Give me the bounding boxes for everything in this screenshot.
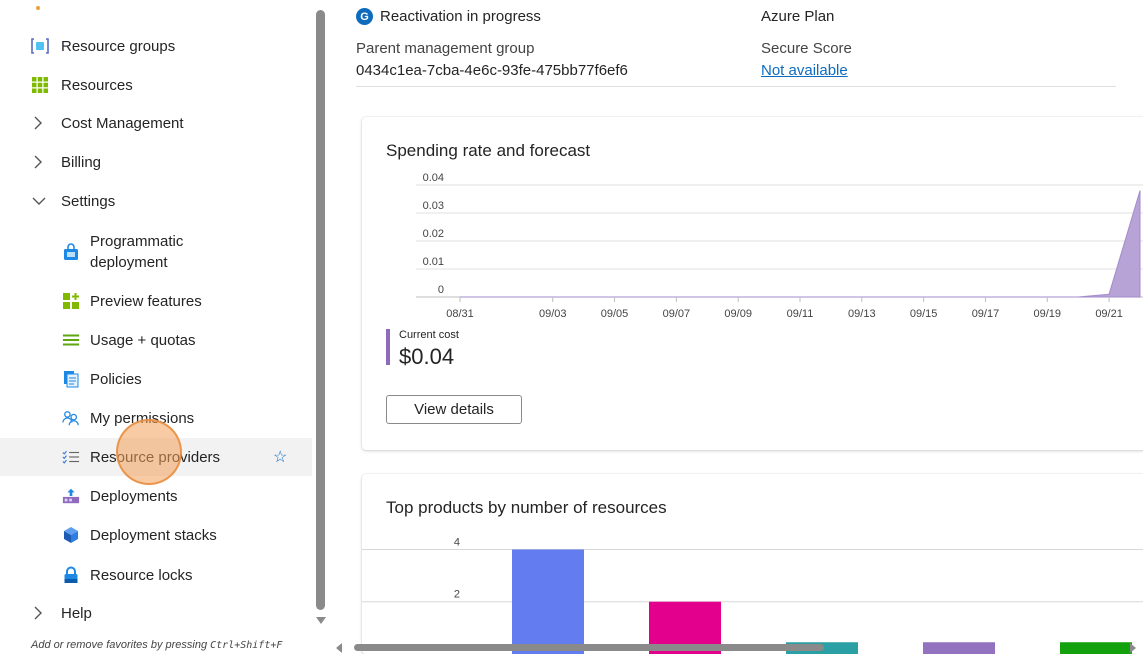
x-tick-label: 09/21 bbox=[1095, 308, 1123, 320]
x-tick-label: 09/17 bbox=[972, 308, 1000, 320]
favorites-hint: Add or remove favorites by pressing Ctrl… bbox=[31, 639, 282, 651]
x-tick-label: 09/15 bbox=[910, 308, 938, 320]
sidebar-item-preview-features[interactable]: Preview features bbox=[0, 282, 312, 320]
sidebar-item-label: Preview features bbox=[90, 292, 202, 310]
sidebar-item-cost-management[interactable]: Cost Management bbox=[0, 104, 312, 142]
parent-management-group-label: Parent management group bbox=[356, 40, 535, 57]
sidebar-item-help[interactable]: Help bbox=[0, 594, 312, 632]
sidebar-item-label: Resources bbox=[61, 76, 133, 94]
products-chart: 42 bbox=[362, 536, 1143, 654]
sidebar-item-label: Settings bbox=[61, 192, 116, 210]
sidebar-item-label: Cost Management bbox=[61, 114, 184, 132]
clipped-item-icon bbox=[36, 6, 40, 10]
sidebar-item-resources[interactable]: Resources bbox=[0, 66, 312, 104]
chevron-right-icon bbox=[32, 116, 44, 130]
card-title: Spending rate and forecast bbox=[386, 141, 591, 160]
card-title: Top products by number of resources bbox=[386, 498, 667, 517]
subscription-plan: Azure Plan bbox=[761, 8, 835, 25]
lock-icon bbox=[62, 566, 80, 584]
sidebar-item-label: Usage + quotas bbox=[90, 331, 196, 349]
spending-area-series bbox=[460, 190, 1141, 298]
product-bar bbox=[512, 549, 584, 654]
sidebar-item-label: Policies bbox=[90, 370, 142, 388]
sidebar-item-usage-quotas[interactable]: Usage + quotas bbox=[0, 321, 312, 359]
spending-rate-card: Spending rate and forecast 0.04 0.03 0.02 0… bbox=[362, 117, 1143, 450]
subscription-status: Reactivation in progress bbox=[380, 8, 541, 25]
sidebar-item-label: Deployments bbox=[90, 487, 178, 505]
resource-groups-icon bbox=[31, 37, 49, 55]
favorites-hint-shortcut: Ctrl+Shift+F bbox=[210, 640, 283, 651]
parent-management-group-value: 0434c1ea-7cba-4e6c-93fe-475bb77f6ef6 bbox=[356, 62, 628, 79]
favorites-hint-text: Add or remove favorites by pressing bbox=[31, 639, 211, 651]
x-tick-label: 09/13 bbox=[848, 308, 876, 320]
chevron-right-icon bbox=[32, 155, 44, 169]
deployments-icon bbox=[62, 487, 80, 505]
x-tick-label: 09/03 bbox=[539, 308, 567, 320]
y-tick-label: 2 bbox=[454, 589, 460, 601]
divider bbox=[356, 86, 1116, 87]
spending-chart: 0.04 0.03 0.02 0.01 008/31 09/03 09/05 09/07 09/… bbox=[416, 172, 1143, 320]
secure-score-link[interactable]: Not available bbox=[761, 62, 848, 79]
sidebar-item-label: Help bbox=[61, 604, 92, 622]
y-tick-label: 0 bbox=[438, 284, 444, 296]
top-products-card: Top products by number of resources 42 bbox=[362, 474, 1143, 654]
x-tick-label: 09/09 bbox=[724, 308, 752, 320]
bag-icon bbox=[62, 243, 80, 261]
sidebar-item-label: Deployment stacks bbox=[90, 526, 217, 544]
view-details-button[interactable]: View details bbox=[386, 395, 522, 424]
people-icon bbox=[62, 409, 80, 427]
policies-icon bbox=[62, 370, 80, 388]
preview-features-icon bbox=[62, 292, 80, 310]
sidebar-item-label: Resource groups bbox=[61, 37, 176, 55]
resource-providers-icon bbox=[62, 448, 80, 466]
sidebar-item-billing[interactable]: Billing bbox=[0, 143, 312, 181]
secure-score-label: Secure Score bbox=[761, 40, 852, 57]
current-cost-value: $0.04 bbox=[399, 344, 455, 369]
click-indicator bbox=[116, 419, 182, 485]
sidebar-item-label: Resource locks bbox=[90, 566, 193, 584]
y-tick-label: 0.04 bbox=[423, 172, 444, 184]
current-cost-label: Current cost bbox=[399, 329, 459, 341]
sidebar: Resource groups Resources Cost Managemen… bbox=[0, 0, 312, 652]
cube-icon bbox=[62, 526, 80, 544]
main-horizontal-scrollbar-thumb[interactable] bbox=[354, 644, 824, 651]
status-icon: G bbox=[356, 8, 373, 25]
scroll-down-arrow-icon[interactable] bbox=[316, 617, 326, 624]
sidebar-item-resource-locks[interactable]: Resource locks bbox=[0, 556, 312, 594]
current-cost-marker bbox=[386, 329, 390, 365]
chevron-right-icon bbox=[32, 606, 44, 620]
sidebar-item-label-line-1: Programmatic bbox=[90, 233, 184, 250]
x-tick-label: 08/31 bbox=[446, 308, 474, 320]
sidebar-item-label: Programmatic deployment bbox=[90, 231, 183, 273]
sidebar-scrollbar-thumb[interactable] bbox=[316, 10, 325, 610]
sidebar-item-programmatic-deployment[interactable]: Programmatic deployment bbox=[0, 230, 312, 274]
y-tick-label: 0.03 bbox=[423, 200, 444, 212]
x-tick-label: 09/07 bbox=[663, 308, 691, 320]
x-tick-label: 09/11 bbox=[787, 308, 814, 320]
y-tick-label: 4 bbox=[454, 536, 460, 548]
y-tick-label: 0.01 bbox=[423, 256, 444, 268]
sidebar-item-label-line-2: deployment bbox=[90, 254, 168, 271]
sidebar-item-settings[interactable]: Settings bbox=[0, 182, 312, 220]
main-horizontal-scrollbar[interactable] bbox=[330, 640, 1143, 653]
y-tick-label: 0.02 bbox=[423, 228, 444, 240]
sidebar-item-label: Billing bbox=[61, 153, 102, 171]
sidebar-item-deployment-stacks[interactable]: Deployment stacks bbox=[0, 516, 312, 554]
sidebar-scrollbar[interactable] bbox=[313, 0, 328, 640]
x-tick-label: 09/19 bbox=[1034, 308, 1062, 320]
resources-grid-icon bbox=[31, 76, 49, 94]
chevron-down-icon bbox=[32, 195, 46, 207]
favorite-star-icon[interactable]: ☆ bbox=[273, 447, 287, 467]
sidebar-item-policies[interactable]: Policies bbox=[0, 360, 312, 398]
sidebar-item-resource-groups[interactable]: Resource groups bbox=[0, 27, 312, 65]
x-tick-label: 09/05 bbox=[601, 308, 629, 320]
usage-quotas-icon bbox=[62, 331, 80, 349]
